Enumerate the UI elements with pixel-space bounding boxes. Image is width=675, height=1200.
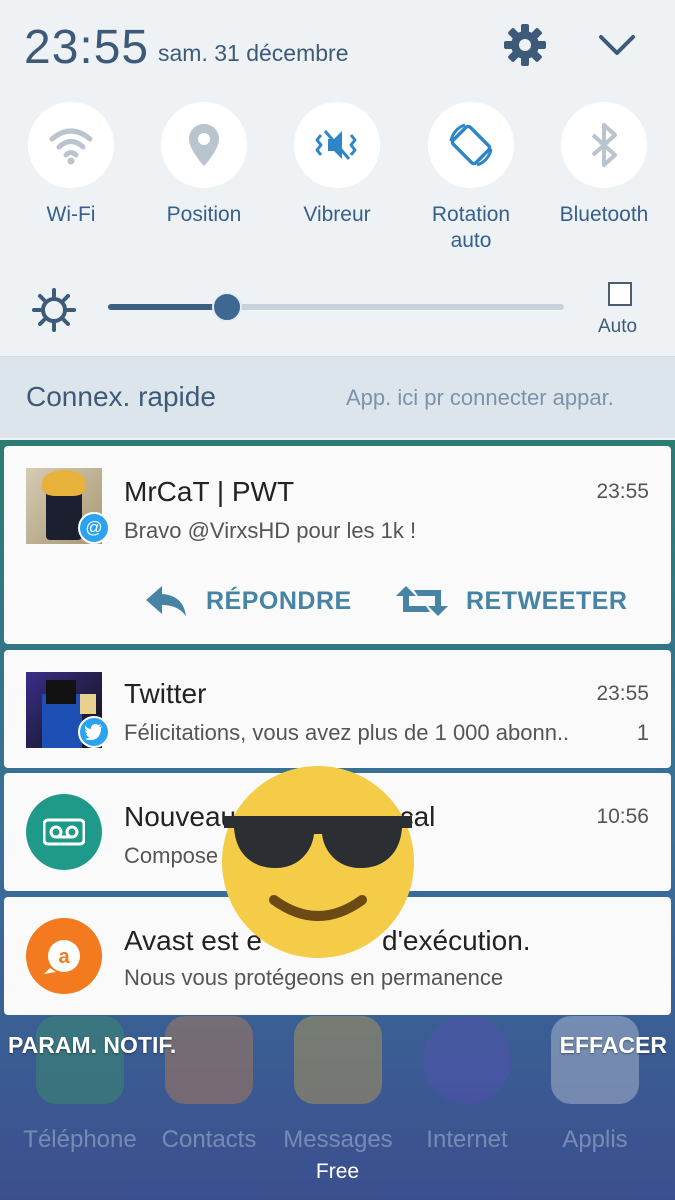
voicemail-icon: [43, 818, 85, 846]
collapse-button[interactable]: [592, 20, 642, 70]
chevron-down-icon: [599, 35, 635, 55]
notification-title: Twitter: [124, 678, 207, 709]
brightness-row: Auto: [0, 270, 675, 350]
brightness-icon: [32, 288, 76, 332]
toggle-rotation[interactable]: Rotation auto: [406, 102, 536, 254]
clock: 23:55: [24, 21, 150, 74]
toggle-label: Vibreur: [303, 203, 371, 226]
clear-all-button[interactable]: EFFACER: [560, 1032, 667, 1059]
auto-brightness-label: Auto: [598, 316, 638, 337]
quick-connect-bar[interactable]: Connex. rapide App. ici pr connecter app…: [0, 356, 675, 438]
notification-time: 23:55: [596, 682, 649, 705]
notification-twitter[interactable]: Twitter Félicitations, vous avez plus de…: [4, 650, 671, 768]
notification-time: 23:55: [596, 480, 649, 503]
auto-brightness-checkbox[interactable]: [608, 282, 632, 306]
mention-badge: @: [78, 512, 110, 544]
settings-button[interactable]: [500, 20, 550, 70]
notification-count: 1: [636, 720, 649, 745]
toggle-label: Rotation auto: [431, 203, 511, 252]
voicemail-app-icon: [26, 794, 102, 870]
wifi-icon: [49, 128, 93, 165]
brightness-fill: [108, 304, 227, 310]
vibrate-icon: [315, 130, 357, 160]
notification-title: MrCaT | PWT: [124, 476, 295, 507]
toggle-label: Position: [166, 203, 242, 226]
retweet-icon: [396, 586, 448, 616]
reply-label: RÉPONDRE: [206, 586, 352, 615]
avast-icon: a: [44, 940, 80, 974]
globe-icon: [423, 1016, 511, 1104]
phone-icon: [36, 1016, 124, 1104]
dock-app-messages[interactable]: Messages: [273, 1016, 403, 1154]
toggle-wifi[interactable]: Wi-Fi: [6, 102, 136, 228]
svg-text:a: a: [58, 946, 70, 968]
sunglasses-emoji-icon: [222, 766, 414, 958]
gear-icon: [504, 24, 546, 66]
toggle-vibrate[interactable]: Vibreur: [272, 102, 402, 228]
apps-grid-icon: [551, 1016, 639, 1104]
retweet-label: RETWEETER: [466, 586, 628, 615]
twitter-badge: [78, 716, 110, 748]
dock-app-internet[interactable]: Internet: [402, 1016, 532, 1154]
quick-connect-title: Connex. rapide: [26, 381, 216, 412]
brightness-slider[interactable]: [108, 292, 564, 322]
toggle-bluetooth[interactable]: Bluetooth: [539, 102, 669, 228]
bluetooth-icon: [591, 123, 617, 167]
reply-icon: [146, 586, 186, 616]
toggle-position[interactable]: Position: [139, 102, 269, 228]
notification-settings-button[interactable]: PARAM. NOTIF.: [8, 1032, 176, 1059]
notification-body: Félicitations, vous avez plus de 1 000 a…: [124, 720, 570, 745]
date: sam. 31 décembre: [158, 40, 349, 66]
notification-body: Bravo @VirxsHD pour les 1k !: [124, 518, 417, 543]
quick-connect-hint: App. ici pr connecter appar.: [346, 385, 614, 410]
brightness-thumb[interactable]: [212, 292, 242, 322]
rotation-icon: [449, 123, 493, 167]
notification-time: 10:56: [596, 805, 649, 828]
twitter-bird-icon: [85, 724, 102, 740]
reply-button[interactable]: RÉPONDRE: [144, 584, 352, 618]
notification-body: Nous vous protégeons en permanence: [124, 965, 504, 990]
messages-icon: [294, 1016, 382, 1104]
carrier-label: Free: [315, 1160, 360, 1183]
quick-settings-panel: 23:55 sam. 31 décembre Wi-Fi Position Vi…: [0, 0, 675, 440]
location-pin-icon: [189, 124, 219, 166]
avast-app-icon: a: [26, 918, 102, 994]
contacts-icon: [165, 1016, 253, 1104]
retweet-button[interactable]: RETWEETER: [396, 584, 627, 618]
toggle-label: Wi-Fi: [46, 203, 96, 226]
notification-mention[interactable]: MrCaT | PWT Bravo @VirxsHD pour les 1k !…: [4, 446, 671, 644]
quick-toggles: Wi-Fi Position Vibreur Rotation auto Blu…: [0, 102, 675, 262]
toggle-label: Bluetooth: [559, 203, 649, 226]
